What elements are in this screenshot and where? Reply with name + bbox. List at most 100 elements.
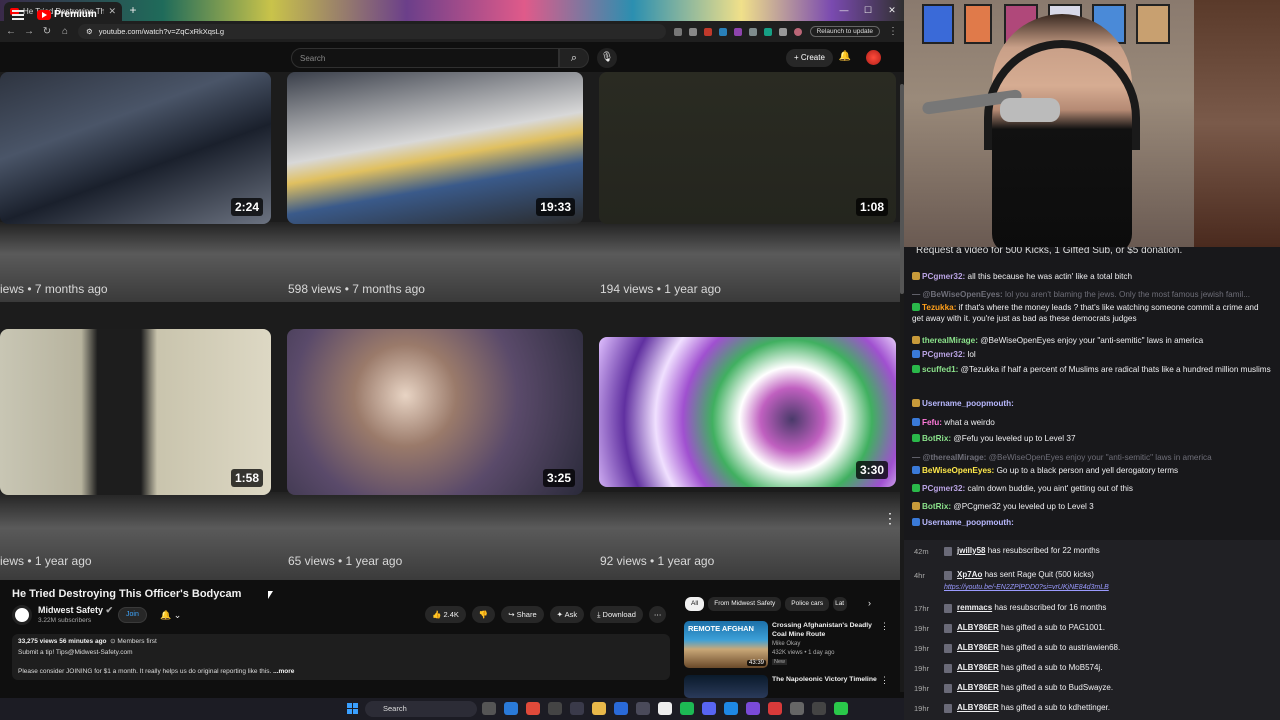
file-explorer-icon[interactable] <box>592 702 606 715</box>
chat-username[interactable]: Tezukka: <box>922 303 959 312</box>
ask-button[interactable]: ✦ Ask <box>549 606 585 623</box>
event-link[interactable]: https://youtu.be/-EN2ZPlPDD0?si=vrUKjNE8… <box>944 584 1109 591</box>
like-button[interactable]: 👍 2.4K <box>425 606 466 623</box>
chat-username[interactable]: scuffed1: <box>922 365 961 374</box>
chat-username[interactable]: Username_poopmouth: <box>922 518 1014 527</box>
extension-icon[interactable] <box>763 27 772 36</box>
discord-icon[interactable] <box>702 702 716 715</box>
endscreen-video-card[interactable]: 3:30 <box>599 337 896 487</box>
endscreen-video-card[interactable]: 3:25 <box>287 329 583 495</box>
app-icon[interactable] <box>636 702 650 715</box>
chip-from-channel[interactable]: From Midwest Safety <box>708 597 782 611</box>
chip-latest[interactable]: Lat <box>833 597 848 611</box>
site-info-icon[interactable]: ⚙ <box>86 27 93 36</box>
url-field[interactable]: ⚙ youtube.com/watch?v=ZqCxRkXqsLg <box>78 24 666 39</box>
notifications-bell-icon[interactable]: 🔔 <box>838 50 852 64</box>
chip-all[interactable]: All <box>685 597 705 611</box>
share-button[interactable]: ↪ Share <box>501 606 544 623</box>
search-input[interactable]: Search <box>291 48 559 68</box>
subscribed-bell-button[interactable]: 🔔 ⌄ <box>155 607 186 623</box>
recommended-video[interactable]: REMOTE AFGHAN 43:39 Crossing Afghanistan… <box>684 621 894 671</box>
app-icon[interactable] <box>724 702 738 715</box>
minimize-icon[interactable]: — <box>832 0 856 21</box>
app-icon[interactable] <box>834 702 848 715</box>
chat-username[interactable]: therealMirage: <box>922 336 980 345</box>
extension-icon[interactable] <box>673 27 682 36</box>
edge-icon[interactable] <box>504 702 518 715</box>
chat-username[interactable]: — @therealMirage: <box>912 453 989 462</box>
channel-name[interactable]: Midwest Safety ✔ <box>38 605 113 616</box>
more-link[interactable]: ...more <box>273 668 294 675</box>
chip-police-cars[interactable]: Police cars <box>785 597 830 611</box>
chat-username[interactable]: Fefu: <box>922 418 944 427</box>
menu-hamburger-icon[interactable] <box>12 10 24 20</box>
youtube-logo[interactable]: Premium <box>37 9 97 20</box>
create-button[interactable]: + Create <box>786 49 833 67</box>
video-thumbnail[interactable] <box>684 675 768 698</box>
dislike-button[interactable]: 👎 <box>471 606 496 623</box>
event-username[interactable]: Xp7Ao <box>957 570 982 579</box>
task-view-icon[interactable] <box>482 702 496 715</box>
spotify-icon[interactable] <box>680 702 694 715</box>
more-options-icon[interactable]: ⋮ <box>880 675 889 686</box>
close-window-icon[interactable]: ✕ <box>880 0 904 21</box>
app-icon[interactable] <box>658 702 672 715</box>
event-username[interactable]: ALBY86ER <box>957 683 999 692</box>
chat-username[interactable]: BeWiseOpenEyes: <box>922 466 997 475</box>
chat-username[interactable]: PCgmer32: <box>922 350 968 359</box>
endscreen-video-card[interactable]: 19:33 <box>287 72 583 224</box>
video-thumbnail[interactable]: REMOTE AFGHAN 43:39 <box>684 621 768 668</box>
menu-dots-icon[interactable]: ⋮ <box>888 26 898 37</box>
description-box[interactable]: 33,275 views 56 minutes ago ⊙ Members fi… <box>12 634 670 680</box>
extension-icon[interactable] <box>748 27 757 36</box>
new-tab-button[interactable]: + <box>126 3 140 17</box>
relaunch-button[interactable]: Relaunch to update <box>809 26 880 37</box>
chat-username[interactable]: BotRix: <box>922 502 953 511</box>
obs-icon[interactable] <box>548 702 562 715</box>
video-player[interactable]: 2:24 19:33 1:08 iews • 7 months ago 598 … <box>0 72 904 580</box>
close-tab-icon[interactable]: ✕ <box>108 6 116 17</box>
windows-start-icon[interactable] <box>347 703 358 714</box>
chevron-right-icon[interactable]: › <box>868 598 871 608</box>
join-button[interactable]: Join <box>118 607 147 623</box>
app-icon[interactable] <box>570 702 584 715</box>
event-username[interactable]: ALBY86ER <box>957 643 999 652</box>
app-icon[interactable] <box>746 702 760 715</box>
chat-username[interactable]: BotRix: <box>922 434 953 443</box>
reload-icon[interactable]: ↻ <box>42 26 52 37</box>
chat-username[interactable]: PCgmer32: <box>922 484 968 493</box>
profile-icon[interactable] <box>793 27 802 36</box>
event-username[interactable]: jwilly58 <box>957 546 985 555</box>
forward-icon[interactable]: → <box>24 26 34 37</box>
app-icon[interactable] <box>614 702 628 715</box>
download-button[interactable]: ⤓ Download <box>590 606 643 623</box>
more-actions-button[interactable]: ⋯ <box>648 606 667 623</box>
home-icon[interactable]: ⌂ <box>60 26 70 37</box>
chat-username[interactable]: Username_poopmouth: <box>922 399 1014 408</box>
microphone-icon[interactable]: 🎙 <box>597 48 617 68</box>
extension-icon[interactable] <box>718 27 727 36</box>
recommended-video[interactable]: The Napoleonic Victory Timeline ⋮ <box>684 675 894 698</box>
taskbar-search[interactable]: Search <box>365 701 477 717</box>
channel-avatar[interactable] <box>12 605 32 625</box>
event-username[interactable]: ALBY86ER <box>957 623 999 632</box>
chat-username[interactable]: — @BeWiseOpenEyes: <box>912 290 1005 299</box>
account-avatar[interactable] <box>866 50 881 65</box>
endscreen-video-card[interactable]: 2:24 <box>0 72 271 224</box>
app-icon[interactable] <box>812 702 826 715</box>
chrome-icon[interactable] <box>526 702 540 715</box>
endscreen-video-card[interactable]: 1:08 <box>599 72 896 224</box>
event-username[interactable]: ALBY86ER <box>957 703 999 712</box>
app-icon[interactable] <box>768 702 782 715</box>
more-options-icon[interactable]: ⋮ <box>883 510 897 527</box>
chat-username[interactable]: PCgmer32: <box>922 272 968 281</box>
more-options-icon[interactable]: ⋮ <box>880 621 889 632</box>
maximize-icon[interactable]: ☐ <box>856 0 880 21</box>
extensions-puzzle-icon[interactable] <box>778 27 787 36</box>
extension-icon[interactable] <box>733 27 742 36</box>
endscreen-video-card[interactable]: 1:58 <box>0 329 271 495</box>
event-username[interactable]: ALBY86ER <box>957 663 999 672</box>
extension-icon[interactable] <box>703 27 712 36</box>
event-username[interactable]: remmacs <box>957 603 992 612</box>
search-icon[interactable]: ⌕ <box>559 48 589 68</box>
